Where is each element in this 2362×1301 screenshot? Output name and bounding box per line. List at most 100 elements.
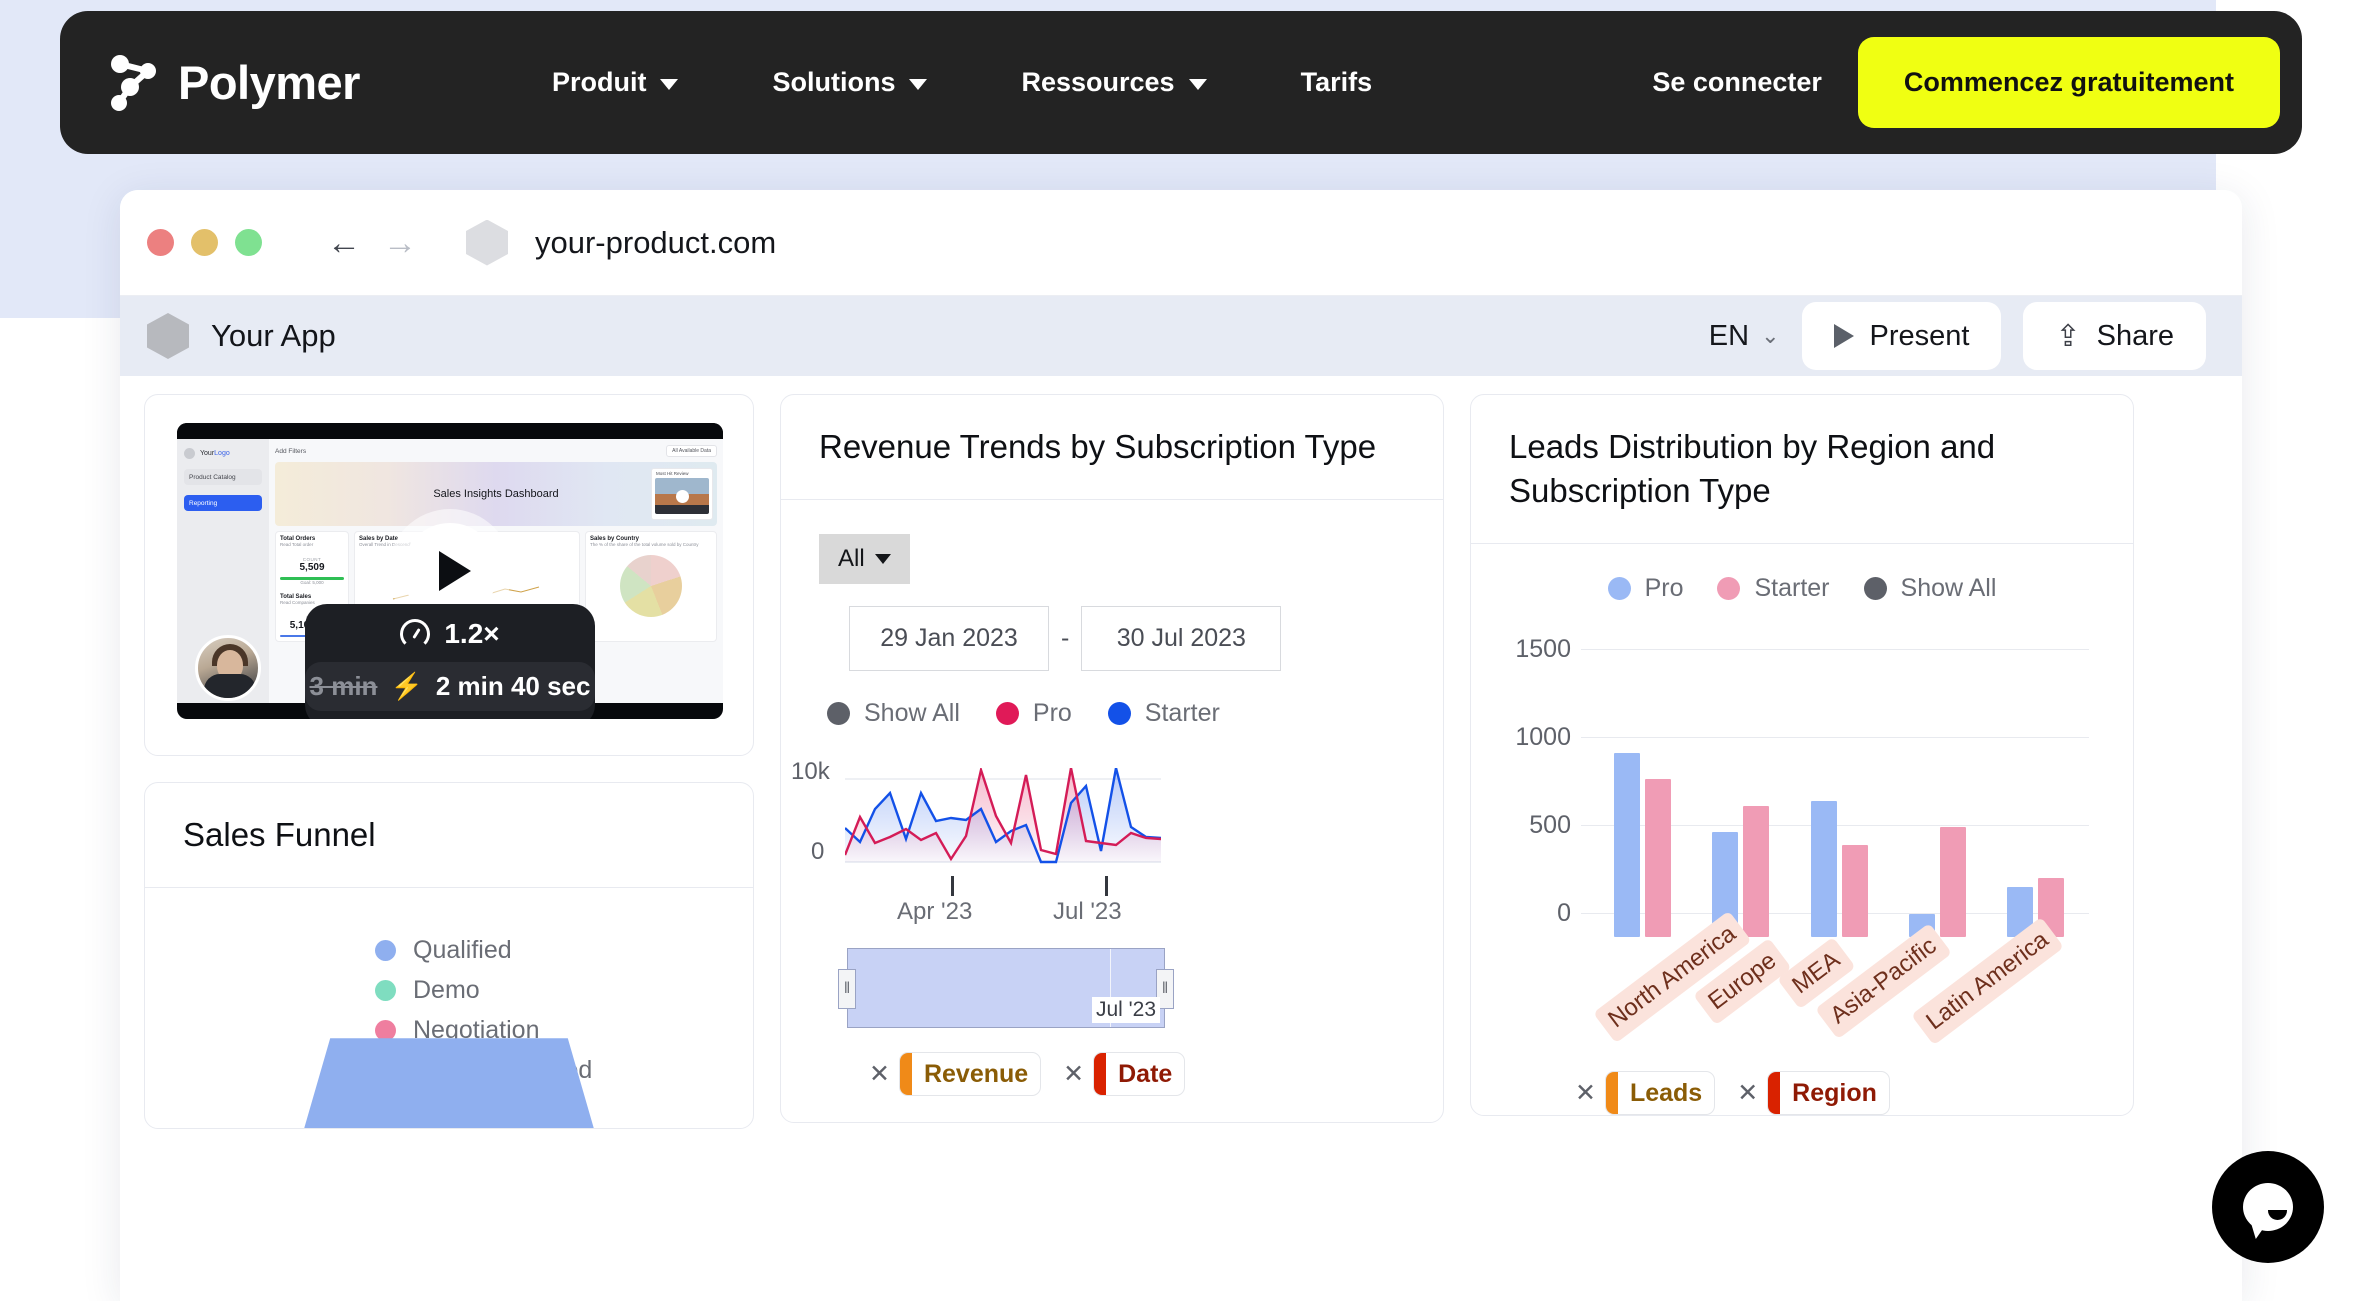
gridline — [1581, 649, 2089, 651]
chip-label: Date — [1118, 1059, 1173, 1088]
slider-end-label: Jul '23 — [1091, 997, 1160, 1024]
legend-item-show-all[interactable]: Show All — [1863, 574, 1997, 603]
chat-widget-button[interactable] — [2212, 1151, 2324, 1263]
remove-icon[interactable]: ✕ — [869, 1059, 890, 1089]
share-label: Share — [2096, 319, 2174, 352]
video-player[interactable]: YourLogo Product Catalog Reporting Add F… — [177, 423, 723, 719]
chat-smile-icon — [2268, 1210, 2287, 1220]
brand-name: Polymer — [178, 56, 360, 109]
bar-starter[interactable] — [1743, 806, 1770, 938]
line-chart-svg — [845, 768, 1161, 864]
bar-pro[interactable] — [1810, 801, 1837, 938]
speedometer-icon — [400, 619, 431, 649]
field-chip-revenue[interactable]: ✕ Revenue — [869, 1052, 1042, 1097]
legend-item-pro[interactable]: Pro — [1607, 574, 1683, 603]
forward-arrow-icon[interactable]: → — [383, 226, 417, 260]
bar-group-europe — [1691, 806, 1789, 938]
chevron-down-icon — [1188, 79, 1207, 90]
legend-item-starter[interactable]: Starter — [1717, 574, 1830, 603]
play-icon — [438, 551, 471, 591]
leads-card-body: Pro Starter Show All 1500 1000 500 0 Nor… — [1471, 544, 2133, 1116]
app-header-actions: EN ⌄ Present ⇪ Share — [1709, 302, 2206, 370]
date-range-slider[interactable]: ‖ ‖ Jul '23 — [838, 948, 1174, 1029]
mock-kpi: COUNT 5,509 Goal: 5,000 — [280, 557, 344, 585]
field-chip-leads[interactable]: ✕ Leads — [1575, 1071, 1716, 1116]
mock-kpi-value: 5,509 — [299, 562, 325, 573]
legend-item[interactable]: Qualified — [375, 936, 592, 965]
nav-actions: Se connecter Commencez gratuitement — [1652, 37, 2280, 128]
language-selector[interactable]: EN ⌄ — [1709, 320, 1780, 353]
revenue-legend: Show All Pro Starter — [827, 699, 1405, 728]
legend-dot-icon — [995, 702, 1019, 726]
chip-label: Revenue — [923, 1059, 1029, 1088]
window-controls — [147, 229, 262, 256]
date-from-input[interactable]: 29 Jan 2023 — [849, 606, 1049, 672]
nav-label-produit: Produit — [551, 67, 647, 97]
nav-item-solutions[interactable]: Solutions — [738, 67, 961, 98]
browser-mockup: ← → your-product.com Your App EN ⌄ Prese… — [120, 190, 2242, 1301]
field-chip-region[interactable]: ✕ Region — [1737, 1071, 1890, 1116]
back-arrow-icon[interactable]: ← — [327, 226, 361, 260]
field-chip-date[interactable]: ✕ Date — [1063, 1052, 1186, 1097]
mock-hero-banner: Sales Insights Dashboard Most Hit Review — [275, 462, 717, 526]
x-axis-tick-mark — [951, 876, 954, 897]
brand-logo[interactable]: Polymer — [108, 54, 360, 112]
nav-item-produit[interactable]: Produit — [518, 67, 713, 98]
legend-dot-icon — [375, 940, 396, 962]
bar-groups — [1593, 671, 2085, 938]
mock-thumb-image — [655, 478, 709, 514]
dashboard-column-right: Leads Distribution by Region and Subscri… — [1470, 394, 2134, 1129]
chevron-down-icon — [660, 79, 679, 90]
bar-group-asia-pacific — [1888, 827, 1986, 938]
nav-item-tarifs[interactable]: Tarifs — [1267, 67, 1407, 98]
bar-pro[interactable] — [1613, 753, 1640, 938]
legend-item[interactable]: Demo — [375, 976, 592, 1005]
legend-item-pro[interactable]: Pro — [995, 699, 1072, 728]
presenter-avatar — [195, 635, 261, 701]
revenue-trends-card: Revenue Trends by Subscription Type All … — [780, 394, 1444, 1124]
bar-starter[interactable] — [1939, 827, 1966, 938]
slider-handle-left[interactable]: ‖ — [838, 969, 856, 1010]
site-navbar: Polymer Produit Solutions Ressources Tar… — [60, 11, 2302, 154]
mock-toolbar: Add Filters All Available Data — [275, 445, 717, 457]
revenue-filter-dropdown[interactable]: All — [819, 534, 910, 585]
bar-starter[interactable] — [1644, 779, 1671, 938]
nav-label-ressources: Ressources — [1021, 67, 1175, 97]
present-button[interactable]: Present — [1801, 302, 2002, 370]
leads-x-axis-labels: North America Europe MEA Asia-Pacific La… — [1593, 911, 2099, 1067]
revenue-card-header: Revenue Trends by Subscription Type — [781, 395, 1443, 499]
funnel-shape — [284, 1038, 614, 1129]
mock-date-filter: All Available Data — [666, 445, 717, 457]
playback-speed-overlay: 1.2× 3 min ⚡ 2 min 40 sec — [305, 604, 595, 719]
y-axis-tick-500: 500 — [1529, 811, 1571, 840]
share-button[interactable]: ⇪ Share — [2023, 302, 2206, 370]
play-icon — [675, 489, 689, 503]
legend-item-show-all[interactable]: Show All — [827, 699, 960, 728]
chip-box: Region — [1767, 1071, 1890, 1116]
legend-label: Show All — [1900, 574, 1997, 603]
date-to-input[interactable]: 30 Jul 2023 — [1081, 606, 1282, 672]
remove-icon[interactable]: ✕ — [1575, 1078, 1596, 1108]
bar-starter[interactable] — [1841, 845, 1868, 938]
y-axis-tick-0: 0 — [811, 838, 825, 866]
remove-icon[interactable]: ✕ — [1737, 1078, 1758, 1108]
leads-distribution-card: Leads Distribution by Region and Subscri… — [1470, 394, 2134, 1117]
login-link[interactable]: Se connecter — [1652, 67, 1822, 98]
legend-label: Pro — [1032, 699, 1072, 728]
legend-label: Starter — [1754, 574, 1830, 603]
revenue-field-chips: ✕ Revenue ✕ Date — [869, 1052, 1405, 1097]
video-card: YourLogo Product Catalog Reporting Add F… — [144, 394, 754, 756]
mock-tile-sales-by-country: Sales by Country The % of the share of t… — [585, 531, 717, 642]
remove-icon[interactable]: ✕ — [1063, 1059, 1084, 1089]
address-bar-url[interactable]: your-product.com — [535, 225, 776, 261]
maximize-window-dot[interactable] — [235, 229, 262, 256]
nav-item-ressources[interactable]: Ressources — [987, 67, 1240, 98]
close-window-dot[interactable] — [147, 229, 174, 256]
chip-color-bar — [899, 1053, 912, 1096]
app-header-bar: Your App EN ⌄ Present ⇪ Share — [120, 296, 2242, 376]
minimize-window-dot[interactable] — [191, 229, 218, 256]
legend-item-starter[interactable]: Starter — [1107, 699, 1220, 728]
chip-label: Region — [1792, 1078, 1877, 1107]
signup-cta-button[interactable]: Commencez gratuitement — [1857, 37, 2280, 128]
browser-chrome-bar: ← → your-product.com — [120, 190, 2242, 296]
